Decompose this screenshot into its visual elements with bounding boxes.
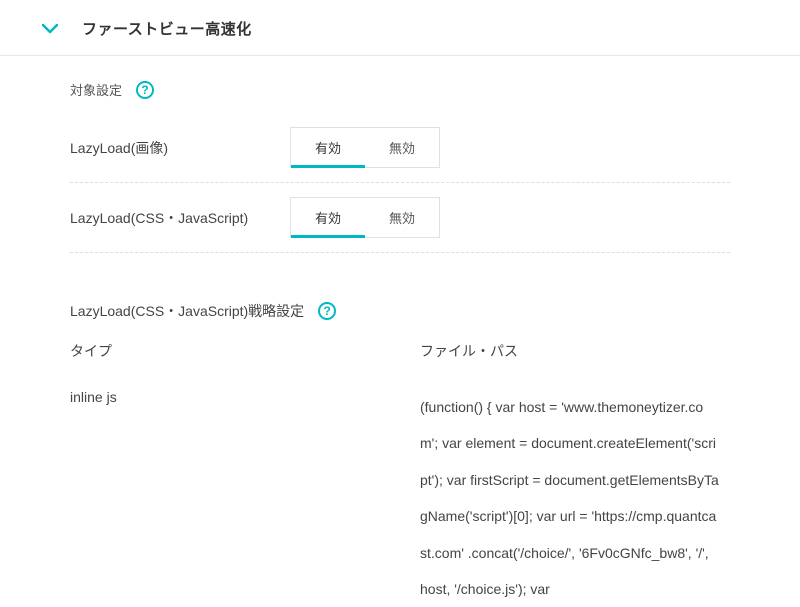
toggle-disabled[interactable]: 無効 bbox=[365, 128, 439, 167]
setting-label: LazyLoad(CSS・JavaScript) bbox=[70, 208, 290, 228]
strategy-header: LazyLoad(CSS・JavaScript)戦略設定 ? bbox=[70, 301, 730, 321]
section-title: ファーストビュー高速化 bbox=[82, 18, 252, 39]
columns-header: タイプ ファイル・パス bbox=[70, 341, 730, 361]
setting-label: LazyLoad(画像) bbox=[70, 138, 290, 158]
toggle-group-lazyload-image: 有効 無効 bbox=[290, 127, 440, 168]
toggle-enabled[interactable]: 有効 bbox=[291, 198, 365, 237]
toggle-enabled[interactable]: 有効 bbox=[291, 128, 365, 167]
column-type-header: タイプ bbox=[70, 341, 420, 361]
strategy-section: LazyLoad(CSS・JavaScript)戦略設定 ? タイプ ファイル・… bbox=[70, 301, 730, 607]
help-icon[interactable]: ? bbox=[136, 81, 154, 99]
column-path-header: ファイル・パス bbox=[420, 341, 730, 361]
cell-type: inline js bbox=[70, 389, 420, 607]
section-header[interactable]: ファーストビュー高速化 bbox=[0, 0, 800, 56]
toggle-disabled[interactable]: 無効 bbox=[365, 198, 439, 237]
target-settings-header: 対象設定 ? bbox=[70, 80, 730, 99]
chevron-down-icon bbox=[42, 24, 58, 34]
target-settings-label: 対象設定 bbox=[70, 80, 122, 99]
setting-row-lazyload-css-js: LazyLoad(CSS・JavaScript) 有効 無効 bbox=[70, 183, 730, 253]
toggle-group-lazyload-css-js: 有効 無効 bbox=[290, 197, 440, 238]
table-row: inline js (function() { var host = 'www.… bbox=[70, 389, 730, 607]
setting-row-lazyload-image: LazyLoad(画像) 有効 無効 bbox=[70, 113, 730, 183]
help-icon[interactable]: ? bbox=[318, 302, 336, 320]
cell-path: (function() { var host = 'www.themoneyti… bbox=[420, 389, 730, 607]
strategy-title: LazyLoad(CSS・JavaScript)戦略設定 bbox=[70, 301, 304, 321]
content-area: 対象設定 ? LazyLoad(画像) 有効 無効 LazyLoad(CSS・J… bbox=[0, 56, 800, 607]
